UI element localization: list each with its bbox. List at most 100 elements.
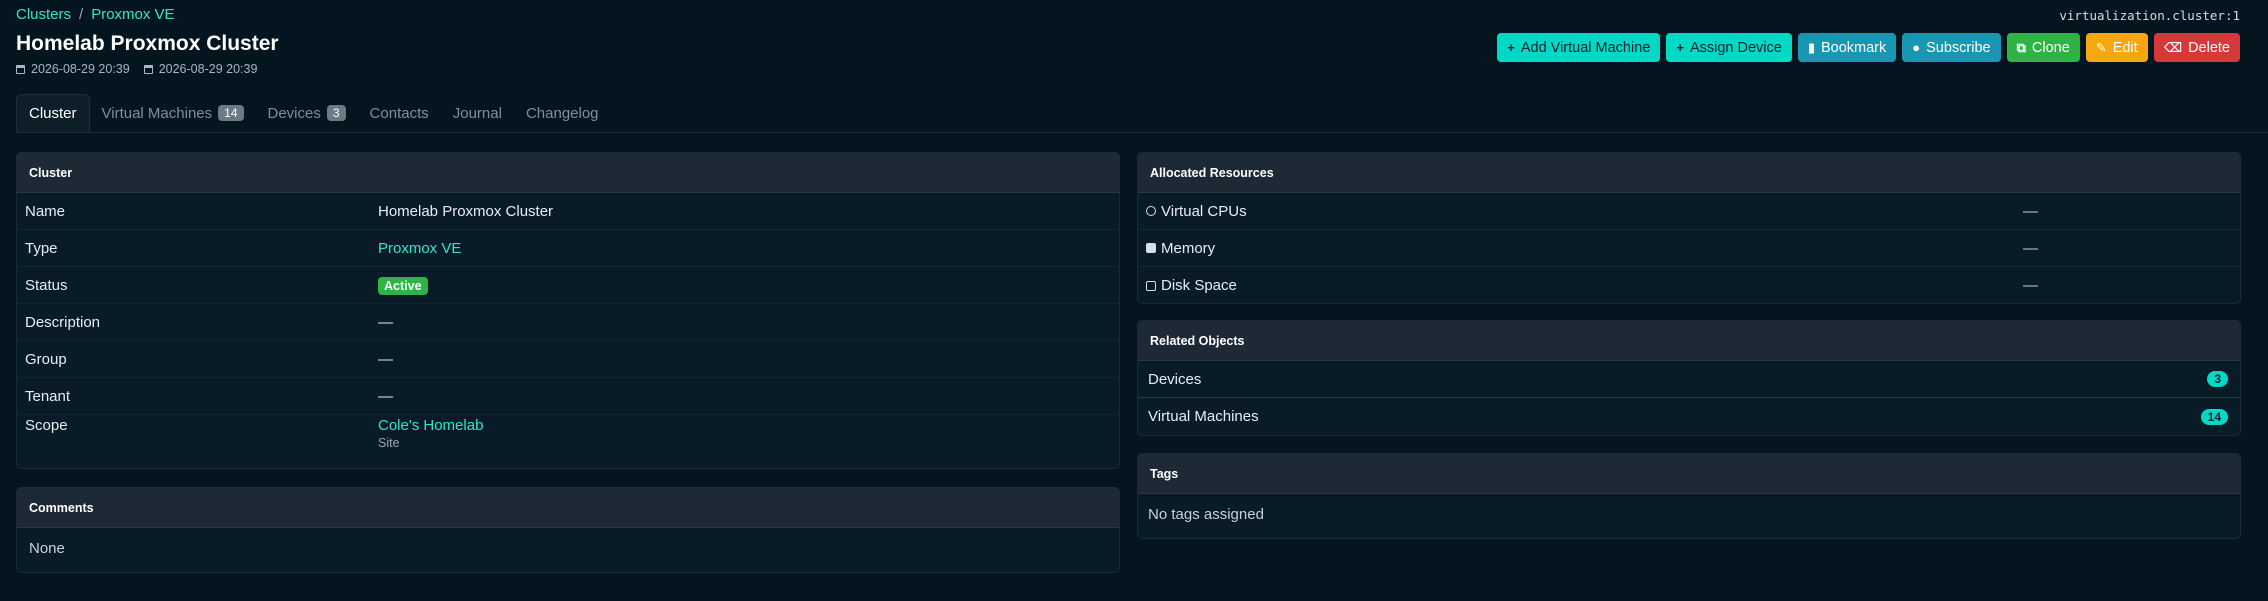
breadcrumb-type-link[interactable]: Proxmox VE [91,6,174,23]
edit-label: Edit [2112,39,2138,56]
clone-button[interactable]: ⧉ Clone [2006,33,2080,62]
type-row: Type Proxmox VE [17,230,1119,267]
assign-device-label: Assign Device [1689,39,1782,56]
related-devices-count: 3 [2207,371,2228,387]
cpu-icon [1146,206,1156,216]
tab-devices[interactable]: Devices 3 [256,94,358,132]
related-objects-card: Related Objects Devices 3 Virtual Machine… [1137,320,2241,436]
related-devices-label: Devices [1148,370,1202,388]
bookmark-label: Bookmark [1820,39,1887,56]
bookmark-button[interactable]: ▮ Bookmark [1797,33,1897,62]
created-timestamp: 2026-08-29 20:39 [16,62,130,76]
tab-journal[interactable]: Journal [441,94,514,132]
cpus-row: Virtual CPUs — [1138,193,2240,230]
allocated-resources-card: Allocated Resources Virtual CPUs — Memory… [1137,152,2241,304]
cluster-card: Cluster Name Homelab Proxmox Cluster Type… [16,152,1120,469]
tenant-label: Tenant [25,387,71,405]
edit-calendar-icon [143,64,153,74]
resources-card-header: Allocated Resources [1138,153,2240,193]
page-title: Homelab Proxmox Cluster [16,32,279,55]
tab-changelog[interactable]: Changelog [514,94,611,132]
disk-label: Disk Space [1161,277,1237,294]
delete-button[interactable]: ⌫ Delete [2153,33,2240,62]
name-row: Name Homelab Proxmox Cluster [17,193,1119,230]
tenant-value: — [378,387,393,405]
memory-value: — [2023,239,2038,257]
tab-contacts-label: Contacts [369,104,429,122]
add-vm-label: Add Virtual Machine [1520,39,1651,56]
status-row: Status Active [17,267,1119,304]
object-identifier: virtualization.cluster:1 [2059,8,2240,23]
comments-card-header: Comments [17,488,1119,528]
memory-row: Memory — [1138,230,2240,267]
clone-label: Clone [2031,39,2070,56]
scope-link[interactable]: Cole's Homelab [378,417,483,434]
type-link[interactable]: Proxmox VE [378,240,461,257]
tab-contacts[interactable]: Contacts [358,94,441,132]
subscribe-button[interactable]: ● Subscribe [1902,33,2001,62]
description-row: Description — [17,304,1119,341]
scope-row: Scope Cole's Homelab Site [17,415,1119,454]
cpus-label: Virtual CPUs [1161,202,1247,220]
name-label: Name [25,202,66,220]
trash-icon: ⌫ [2163,39,2183,55]
add-virtual-machine-button[interactable]: + Add Virtual Machine [1497,33,1661,62]
disk-value: — [2023,277,2038,294]
disk-row: Disk Space — [1138,267,2240,303]
group-label: Group [25,350,67,368]
scope-type: Site [378,436,400,450]
related-card-header: Related Objects [1138,321,2240,361]
description-label: Description [25,313,101,331]
related-vms-row[interactable]: Virtual Machines 14 [1138,398,2240,435]
memory-label: Memory [1161,239,1216,257]
tab-journal-label: Journal [452,104,502,122]
bookmark-icon: ▮ [1807,39,1815,55]
memory-icon [1146,243,1156,253]
updated-timestamp: 2026-08-29 20:39 [143,62,258,76]
edit-button[interactable]: ✎ Edit [2085,33,2148,62]
assign-device-button[interactable]: + Assign Device [1666,33,1792,62]
cpus-value: — [2023,202,2038,220]
breadcrumb: Clusters / Proxmox VE [16,6,175,23]
description-value: — [378,313,393,331]
tab-virtual-machines[interactable]: Virtual Machines 14 [90,94,256,132]
timestamps: 2026-08-29 20:39 2026-08-29 20:39 [16,62,257,76]
related-devices-row[interactable]: Devices 3 [1138,361,2240,398]
disk-icon [1146,280,1156,291]
updated-date: 2026-08-29 20:39 [158,62,258,76]
device-count-badge: 3 [326,105,346,121]
delete-label: Delete [2188,39,2230,56]
scope-label: Scope [25,417,68,434]
vm-count-badge: 14 [218,105,244,121]
calendar-icon [16,64,25,74]
related-vms-count: 14 [2200,408,2228,425]
tenant-row: Tenant — [17,378,1119,415]
breadcrumb-separator: / [79,6,84,23]
name-value: Homelab Proxmox Cluster [378,202,554,220]
subscribe-label: Subscribe [1926,39,1991,56]
action-buttons: + Add Virtual Machine + Assign Device ▮ Boo… [1497,33,2240,62]
tab-cluster[interactable]: Cluster [16,94,90,132]
group-value: — [378,350,393,368]
tags-card: Tags No tags assigned [1137,453,2241,539]
tab-changelog-label: Changelog [525,104,599,122]
plus-icon: + [1507,40,1515,55]
plus-icon: + [1676,40,1684,55]
tab-bar: Cluster Virtual Machines 14 Devices 3 Cont… [16,94,2268,133]
type-label: Type [25,239,58,257]
pencil-icon: ✎ [2095,39,2107,55]
tab-cluster-label: Cluster [29,104,77,122]
comments-card: Comments None [16,487,1120,573]
breadcrumb-clusters-link[interactable]: Clusters [16,6,71,23]
related-vms-label: Virtual Machines [1148,408,1259,425]
comments-body: None [29,540,65,557]
bell-icon: ● [1912,40,1921,55]
status-badge: Active [378,276,428,295]
status-label: Status [25,276,68,294]
tab-devices-label: Devices [267,104,321,122]
tags-card-header: Tags [1138,454,2240,494]
copy-icon: ⧉ [2016,39,2026,55]
tags-body: No tags assigned [1148,506,1264,523]
created-date: 2026-08-29 20:39 [31,62,130,76]
group-row: Group — [17,341,1119,378]
